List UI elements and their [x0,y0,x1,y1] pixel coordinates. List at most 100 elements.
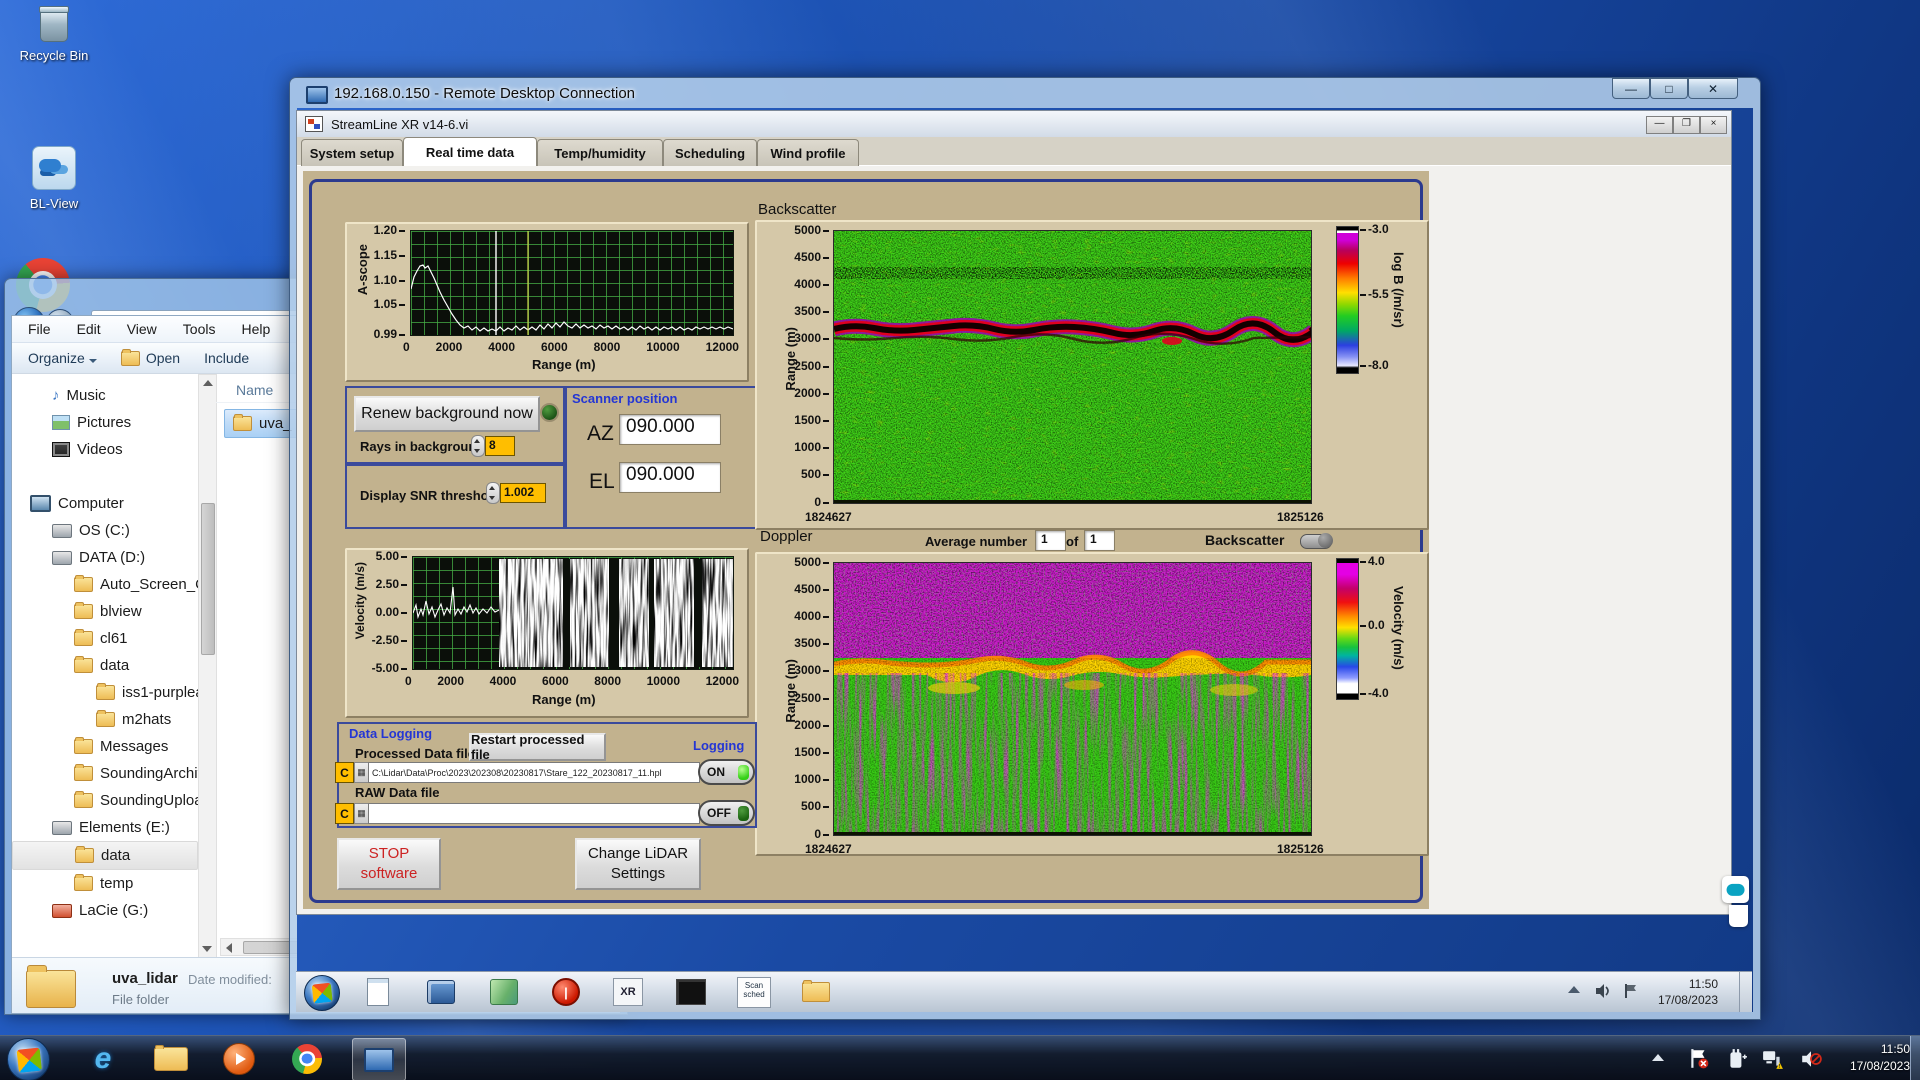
vi-close-button[interactable]: × [1700,116,1727,134]
remote-speaker-icon[interactable] [1594,982,1612,1000]
tab-wind-profile[interactable]: Wind profile [757,139,859,166]
of-label: of [1066,534,1079,549]
average-of-field[interactable]: 1 [1084,530,1115,551]
remote-start-button[interactable] [304,975,340,1011]
remote-action-center-flag-icon[interactable] [1622,982,1640,1000]
average-number-field[interactable]: 1 [1035,530,1066,551]
tree-item-lacie-g[interactable]: LaCie (G:) [12,897,198,924]
menu-tools[interactable]: Tools [183,321,216,337]
tab-system-setup[interactable]: System setup [301,139,403,166]
taskbar-media-icon[interactable] [216,1040,262,1077]
tree-item-computer[interactable]: Computer [12,490,198,517]
processed-drive-box[interactable]: C [335,762,354,783]
show-desktop-button[interactable] [1910,1036,1920,1080]
snr-stepper[interactable] [486,482,500,504]
remote-notepad-icon[interactable] [360,977,396,1007]
tree-item-data-selected[interactable]: data [12,841,198,870]
taskbar-chrome-icon[interactable] [284,1040,330,1077]
remote-map-app-icon[interactable] [486,977,522,1007]
tree-item-data-d[interactable]: DATA (D:) [12,544,198,571]
tray-network-warning-icon[interactable]: ! [1762,1048,1784,1070]
tray-expand-icon[interactable] [1652,1054,1664,1061]
tree-item-elements-e[interactable]: Elements (E:) [12,814,198,841]
remote-clock[interactable]: 11:50 17/08/2023 [1642,976,1718,1008]
rays-value-field[interactable]: 8 [485,436,515,456]
close-button[interactable]: ✕ [1688,78,1738,99]
taskbar-explorer-icon[interactable] [148,1040,194,1077]
remote-console-icon[interactable] [672,977,710,1007]
remote-show-desktop-button[interactable] [1739,972,1752,1012]
tree-item-messages[interactable]: Messages [12,733,198,760]
menu-view[interactable]: View [127,321,157,337]
raw-path-field[interactable] [368,803,700,824]
tray-volume-muted-icon[interactable] [1800,1048,1822,1070]
remote-tray-expand-icon[interactable] [1568,986,1580,993]
remote-scan-scheduler-icon[interactable]: Scan sched [734,976,774,1008]
vi-minimize-button[interactable]: — [1646,116,1673,134]
tree-item-data[interactable]: data [12,652,198,679]
tree-item-blview[interactable]: blview [12,598,198,625]
processed-logging-toggle[interactable]: ON [698,759,755,785]
rays-stepper[interactable] [471,435,485,457]
stop-software-button[interactable]: STOP software [337,838,441,890]
tab-scheduling[interactable]: Scheduling [663,139,757,166]
ascope-x-label: Range (m) [532,357,596,372]
recycle-bin-icon [39,6,69,42]
tree-item-videos[interactable]: Videos [12,436,198,463]
taskbar-rdp-icon-active[interactable] [352,1038,406,1080]
backscatter-toggle-switch[interactable] [1300,533,1333,549]
tree-item-iss1-purpleair[interactable]: iss1-purpleair- [12,679,198,706]
raw-browse-icon[interactable]: ▦ [354,803,369,824]
snr-value-field[interactable]: 1.002 [500,483,546,503]
tray-action-center-icon[interactable] [1688,1048,1710,1070]
processed-browse-icon[interactable]: ▦ [354,762,369,783]
tree-scrollbar[interactable] [198,374,217,958]
remote-folder-icon[interactable] [798,977,834,1007]
tree-item-soundingarchive[interactable]: SoundingArchiv [12,760,198,787]
tree-item-auto-screen[interactable]: Auto_Screen_Ca [12,571,198,598]
remote-display-settings-icon[interactable] [423,977,459,1007]
vi-restore-button[interactable]: ❐ [1673,116,1700,134]
tab-real-time-data[interactable]: Real time data [403,137,537,166]
restart-processed-button[interactable]: Restart processed file [469,732,606,762]
raw-drive-box[interactable]: C [335,803,354,824]
remote-power-app-icon[interactable]: | [548,977,584,1007]
recycle-bin-shortcut[interactable]: Recycle Bin [16,6,92,63]
folder-icon [75,846,94,863]
menu-edit[interactable]: Edit [77,321,101,337]
teamviewer-widget-tab[interactable] [1729,905,1748,927]
maximize-button[interactable]: □ [1650,78,1688,99]
menu-help[interactable]: Help [241,321,270,337]
el-value-field[interactable]: 090.000 [619,462,721,493]
start-button[interactable] [7,1038,50,1080]
remote-xr-app-icon[interactable]: XR [609,977,647,1007]
tree-item-cl61[interactable]: cl61 [12,625,198,652]
renew-background-button[interactable]: Renew background now [354,396,540,432]
include-button[interactable]: Include [204,350,249,366]
menu-file[interactable]: File [28,321,51,337]
tree-item-temp[interactable]: temp [12,870,198,897]
clock[interactable]: 11:50 17/08/2023 [1828,1041,1910,1075]
tree-item-pictures[interactable]: Pictures [12,409,198,436]
tree-item-music[interactable]: ♪ Music [12,382,198,409]
az-value-field[interactable]: 090.000 [619,414,721,445]
taskbar-ie-icon[interactable]: e [80,1040,126,1077]
tree-item-os-c[interactable]: OS (C:) [12,517,198,544]
folder-icon [74,737,93,754]
open-button[interactable]: Open [120,348,180,366]
tree-item-soundingupload[interactable]: SoundingUploa [12,787,198,814]
bl-view-shortcut[interactable]: BL-View [16,146,92,211]
tree-scrollbar-thumb[interactable] [201,503,215,655]
tree-item-m2hats[interactable]: m2hats [12,706,198,733]
tab-temp-humidity[interactable]: Temp/humidity [537,139,663,166]
scroll-down-icon[interactable] [202,946,212,952]
organize-button[interactable]: Organize [28,350,97,366]
tray-power-icon[interactable] [1726,1048,1748,1070]
minimize-button[interactable]: — [1612,78,1650,99]
scroll-up-icon[interactable] [202,380,213,386]
scroll-left-icon[interactable] [226,943,232,953]
teamviewer-widget-icon[interactable] [1722,876,1749,903]
processed-path-field[interactable]: C:\Lidar\Data\Proc\2023\202308\20230817\… [368,762,700,783]
raw-logging-toggle[interactable]: OFF [698,800,755,826]
change-lidar-settings-button[interactable]: Change LiDAR Settings [575,838,701,890]
